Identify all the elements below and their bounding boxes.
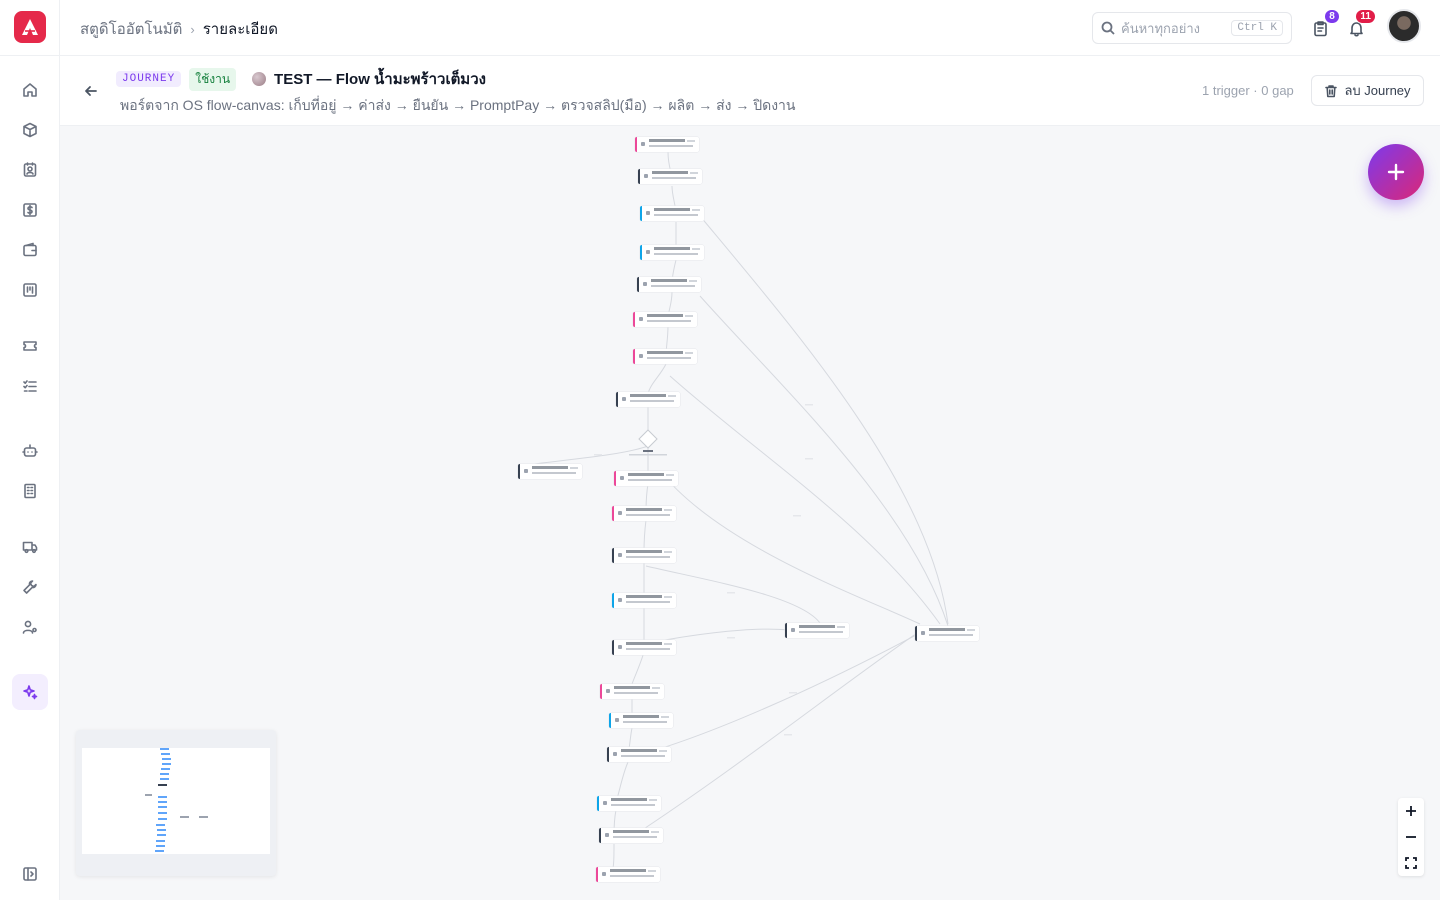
page-title: TEST — Flow น้ำมะพร้าวเต็มวง	[274, 71, 486, 88]
minimap[interactable]	[76, 730, 276, 876]
minimap-viewport	[82, 748, 270, 854]
wallet-icon[interactable]	[18, 238, 42, 262]
journey-type-tag: JOURNEY	[116, 71, 182, 87]
flow-node[interactable]	[640, 245, 704, 260]
app-logo[interactable]	[14, 11, 46, 43]
flow-node[interactable]	[633, 312, 697, 327]
board-icon[interactable]	[18, 278, 42, 302]
notifications-badge: 11	[1355, 9, 1376, 24]
journey-emoji-icon	[252, 72, 267, 86]
arrow-left-icon	[85, 86, 97, 96]
breadcrumb: สตูดิโออัตโนมัติ › รายละเอียด	[80, 17, 278, 41]
topbar: สตูดิโออัตโนมัติ › รายละเอียด ค้นหาทุกอย…	[60, 0, 1440, 56]
sparkles-icon[interactable]	[12, 674, 48, 710]
flow-node[interactable]	[915, 626, 979, 641]
avatar[interactable]	[1387, 9, 1421, 43]
flow-node[interactable]	[609, 713, 673, 728]
search-shortcut: Ctrl K	[1231, 20, 1283, 36]
fit-view-icon	[1405, 857, 1417, 869]
flow-node[interactable]	[612, 640, 676, 655]
journey-description: พอร์ตจาก OS flow-canvas: เก็บที่อยู่ → ค…	[120, 97, 796, 113]
flow-node[interactable]	[599, 828, 663, 843]
delete-journey-button[interactable]: ลบ Journey	[1311, 75, 1424, 106]
branch-node[interactable]	[629, 429, 667, 456]
dollar-icon[interactable]	[18, 198, 42, 222]
status-badge: ใช้งาน	[189, 67, 237, 91]
delete-journey-label: ลบ Journey	[1344, 83, 1411, 98]
flow-node[interactable]	[633, 349, 697, 364]
minus-icon	[1406, 836, 1416, 838]
sidebar	[0, 0, 60, 900]
search-placeholder: ค้นหาทุกอย่าง	[1121, 20, 1200, 36]
plus-icon	[1387, 163, 1405, 181]
flow-node[interactable]	[600, 684, 664, 699]
journey-title-row: JOURNEY ใช้งาน TEST — Flow น้ำมะพร้าวเต็…	[116, 67, 486, 91]
back-button[interactable]	[80, 80, 102, 102]
box-icon[interactable]	[18, 118, 42, 142]
flow-node[interactable]	[612, 506, 676, 521]
home-icon[interactable]	[18, 78, 42, 102]
flow-node[interactable]	[616, 392, 680, 407]
flow-node[interactable]	[607, 747, 671, 762]
flow-node[interactable]	[518, 464, 582, 479]
flow-node[interactable]	[612, 548, 676, 563]
trash-icon	[1325, 84, 1338, 97]
flow-node[interactable]	[612, 593, 676, 608]
search-icon	[1101, 21, 1115, 35]
sidebar-divider	[0, 55, 60, 56]
add-node-button[interactable]	[1368, 144, 1424, 200]
logo-icon	[22, 19, 38, 35]
chevron-right-icon: ›	[190, 21, 195, 37]
building-icon[interactable]	[18, 479, 42, 503]
sidebar-toggle-icon[interactable]	[18, 862, 42, 886]
contact-icon[interactable]	[18, 158, 42, 182]
breadcrumb-parent[interactable]: สตูดิโออัตโนมัติ	[80, 17, 182, 41]
ticket-icon[interactable]	[18, 334, 42, 358]
truck-icon[interactable]	[18, 535, 42, 559]
notifications-button[interactable]: 11	[1344, 9, 1376, 40]
search-input[interactable]: ค้นหาทุกอย่าง Ctrl K	[1092, 12, 1292, 44]
flow-canvas[interactable]	[60, 126, 1440, 900]
checklist-icon[interactable]	[18, 374, 42, 398]
zoom-controls	[1398, 798, 1424, 876]
journey-meta: 1 trigger · 0 gap	[1202, 83, 1294, 98]
zoom-out-button[interactable]	[1398, 824, 1424, 850]
plus-icon	[1406, 806, 1416, 816]
flow-node[interactable]	[596, 867, 660, 882]
tasks-badge: 8	[1324, 9, 1340, 24]
tasks-button[interactable]: 8	[1308, 9, 1340, 40]
flow-node[interactable]	[640, 206, 704, 221]
flow-node[interactable]	[597, 796, 661, 811]
flow-node[interactable]	[638, 169, 702, 184]
robot-icon[interactable]	[18, 439, 42, 463]
wrench-icon[interactable]	[18, 575, 42, 599]
breadcrumb-current: รายละเอียด	[202, 21, 278, 38]
flow-node[interactable]	[785, 623, 849, 638]
journey-header: JOURNEY ใช้งาน TEST — Flow น้ำมะพร้าวเต็…	[60, 56, 1440, 126]
flow-node[interactable]	[637, 277, 701, 292]
user-gear-icon[interactable]	[18, 615, 42, 639]
fit-view-button[interactable]	[1398, 850, 1424, 876]
flow-node[interactable]	[614, 471, 678, 486]
zoom-in-button[interactable]	[1398, 798, 1424, 824]
flow-node[interactable]	[635, 137, 699, 152]
